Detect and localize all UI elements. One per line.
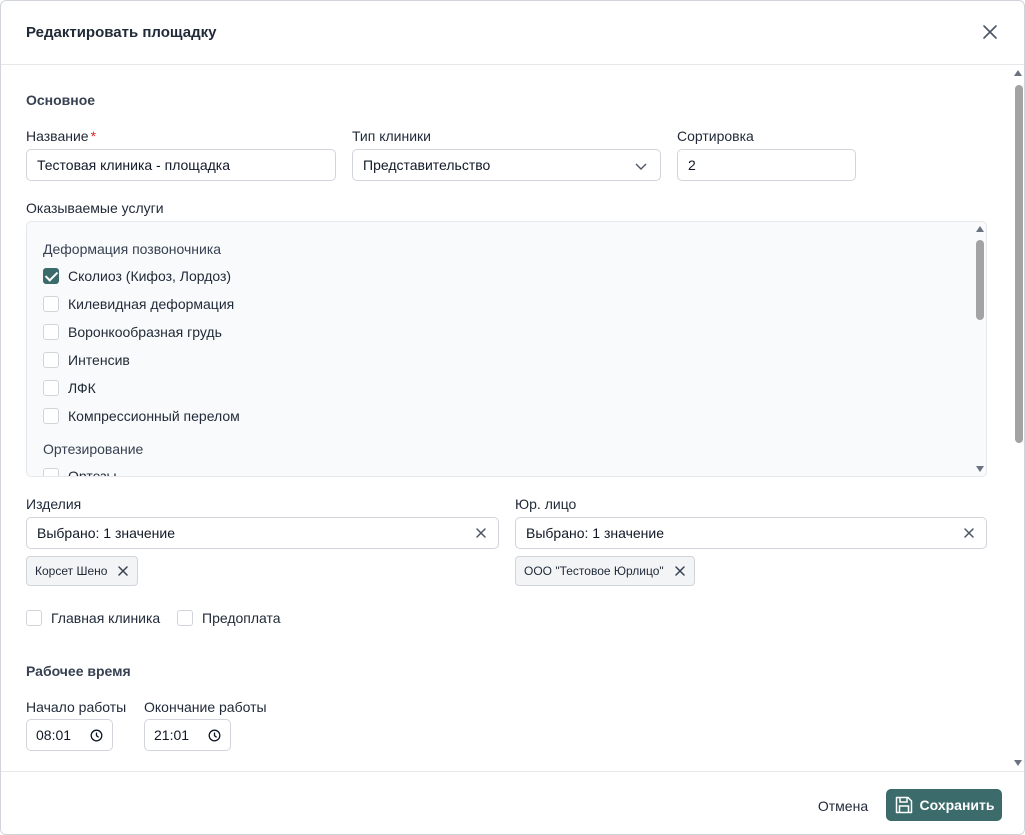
service-item[interactable]: ЛФК	[43, 379, 96, 397]
products-label: Изделия	[26, 496, 82, 512]
scroll-up-arrow-icon[interactable]	[1014, 70, 1022, 76]
products-value: Выбрано: 1 значение	[37, 525, 176, 541]
save-button[interactable]: Сохранить	[886, 789, 1002, 821]
checkbox[interactable]	[43, 296, 59, 312]
prepayment-label: Предоплата	[202, 610, 281, 626]
start-time-input[interactable]: 08:01	[26, 719, 113, 751]
checkbox[interactable]	[43, 408, 59, 424]
clear-icon[interactable]	[474, 526, 488, 540]
clear-icon[interactable]	[962, 526, 976, 540]
main-clinic-checkbox[interactable]	[26, 610, 42, 626]
end-time-value: 21:01	[154, 727, 190, 743]
end-time-input[interactable]: 21:01	[144, 719, 231, 751]
checkbox[interactable]	[43, 324, 59, 340]
service-label: Компрессионный перелом	[68, 408, 240, 424]
clinic-type-value: Представительство	[363, 157, 491, 173]
prepayment-checkbox-row[interactable]: Предоплата	[177, 609, 281, 627]
service-label: ЛФК	[68, 380, 96, 396]
service-item[interactable]: Килевидная деформация	[43, 295, 234, 313]
sort-label: Сортировка	[677, 128, 754, 144]
close-icon[interactable]	[980, 22, 1000, 42]
dialog-header: Редактировать площадку	[1, 1, 1024, 65]
services-list[interactable]: Деформация позвоночника Сколиоз (Кифоз, …	[26, 221, 987, 477]
name-input[interactable]: Тестовая клиника - площадка	[26, 149, 336, 181]
services-label: Оказываемые услуги	[26, 200, 164, 216]
clock-icon[interactable]	[90, 729, 103, 742]
service-item[interactable]: Ортезы	[43, 467, 117, 477]
clinic-type-select[interactable]: Представительство	[352, 149, 661, 181]
products-multiselect[interactable]: Выбрано: 1 значение	[26, 517, 499, 549]
dialog-scrollbar[interactable]	[1011, 65, 1024, 771]
scroll-up-arrow-icon[interactable]	[976, 226, 984, 232]
main-clinic-checkbox-row[interactable]: Главная клиника	[26, 609, 160, 627]
group-title: Деформация позвоночника	[43, 241, 222, 257]
checkbox[interactable]	[43, 468, 59, 476]
service-label: Интенсив	[68, 352, 130, 368]
save-label: Сохранить	[919, 797, 995, 813]
legal-entity-label: Юр. лицо	[515, 496, 577, 512]
remove-chip-icon[interactable]	[674, 565, 686, 577]
checkbox[interactable]	[43, 352, 59, 368]
legal-entity-multiselect[interactable]: Выбрано: 1 значение	[515, 517, 987, 549]
chevron-down-icon	[635, 163, 647, 170]
start-time-label: Начало работы	[26, 699, 127, 715]
edit-site-dialog: Редактировать площадку Основное Название…	[0, 0, 1025, 835]
service-label: Воронкообразная грудь	[68, 324, 222, 340]
scrollbar-thumb[interactable]	[976, 240, 984, 320]
dialog-title: Редактировать площадку	[26, 24, 217, 41]
service-item[interactable]: Интенсив	[43, 351, 130, 369]
floppy-disk-icon	[895, 796, 912, 814]
service-label: Килевидная деформация	[68, 296, 235, 312]
legal-entity-value: Выбрано: 1 значение	[526, 525, 665, 541]
product-chip: Корсет Шено	[26, 556, 139, 586]
checkbox[interactable]	[43, 268, 59, 284]
service-item[interactable]: Воронкообразная грудь	[43, 323, 222, 341]
scrollbar-thumb[interactable]	[1015, 85, 1023, 443]
main-clinic-label: Главная клиника	[51, 610, 161, 626]
service-item[interactable]: Сколиоз (Кифоз, Лордоз)	[43, 267, 231, 285]
checkbox[interactable]	[43, 380, 59, 396]
required-mark: *	[90, 128, 97, 144]
scroll-down-arrow-icon[interactable]	[1014, 760, 1022, 766]
services-scrollbar[interactable]	[973, 222, 986, 476]
chip-label: Корсет Шено	[35, 564, 108, 578]
clinic-type-label: Тип клиники	[352, 128, 431, 144]
legal-entity-chip: ООО "Тестовое Юрлицо"	[515, 556, 695, 586]
section-title-work-time: Рабочее время	[26, 663, 131, 679]
group-title: Ортезирование	[43, 441, 144, 457]
dialog-footer: Отмена Сохранить	[1, 771, 1024, 834]
chip-label: ООО "Тестовое Юрлицо"	[524, 564, 664, 578]
name-label-text: Название	[26, 128, 89, 144]
scroll-down-arrow-icon[interactable]	[976, 466, 984, 472]
name-label: Название *	[26, 128, 96, 144]
cancel-button[interactable]: Отмена	[806, 790, 880, 822]
sort-input[interactable]: 2	[677, 149, 856, 181]
clock-icon[interactable]	[208, 729, 221, 742]
service-item[interactable]: Компрессионный перелом	[43, 407, 240, 425]
section-title-basic: Основное	[26, 92, 96, 108]
service-label: Ортезы	[68, 468, 117, 477]
service-label: Сколиоз (Кифоз, Лордоз)	[68, 268, 232, 284]
dialog-body: Основное Название * Тестовая клиника - пл…	[1, 65, 1024, 771]
remove-chip-icon[interactable]	[117, 565, 129, 577]
start-time-value: 08:01	[36, 727, 72, 743]
end-time-label: Окончание работы	[144, 699, 267, 715]
prepayment-checkbox[interactable]	[177, 610, 193, 626]
